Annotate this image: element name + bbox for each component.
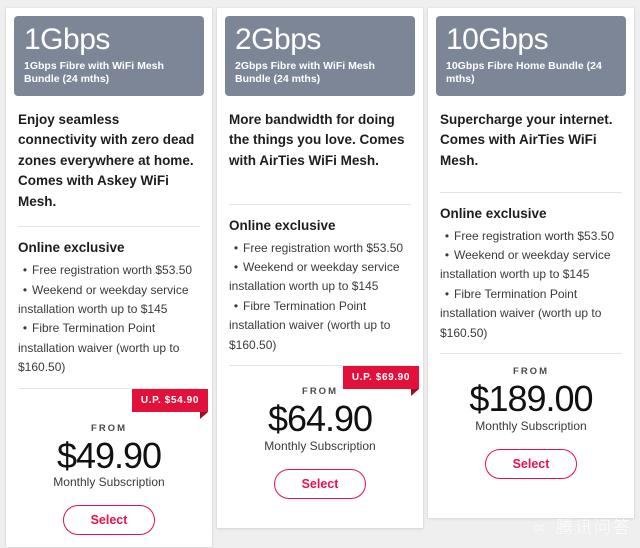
plan-speed-title: 2Gbps: [235, 23, 321, 56]
card-body: More bandwidth for doing the things you …: [225, 96, 420, 499]
price-section: U.P. $69.90 FROM $64.90 Monthly Subscrip…: [229, 366, 420, 453]
list-item: • Fibre Termination Point installation wa…: [440, 285, 622, 343]
pricing-card[interactable]: 10Gbps 10Gbps Fibre Home Bundle (24 mths…: [428, 8, 634, 518]
promo-item-text: Free registration worth $53.50: [243, 240, 404, 255]
card-header: 2Gbps 2Gbps Fibre with WiFi Mesh Bundle …: [225, 16, 415, 96]
pricing-card[interactable]: 1Gbps 1Gbps Fibre with WiFi Mesh Bundle …: [6, 8, 212, 548]
price-note: Monthly Subscription: [264, 438, 376, 453]
select-button[interactable]: Select: [273, 468, 367, 499]
list-item: • Weekend or weekday service installation…: [229, 258, 411, 297]
bullet-icon: •: [22, 321, 28, 336]
pricing-plans-container: 1Gbps 1Gbps Fibre with WiFi Mesh Bundle …: [0, 0, 640, 548]
promo-item-text: Weekend or weekday service installation …: [18, 282, 189, 317]
price-section: FROM $189.00 Monthly Subscription: [440, 354, 622, 432]
promo-item-text: Free registration worth $53.50: [32, 263, 193, 278]
bullet-icon: •: [22, 263, 28, 278]
bullet-icon: •: [233, 298, 239, 313]
select-button[interactable]: Select: [484, 448, 578, 479]
list-item: • Weekend or weekday service installation…: [440, 246, 622, 285]
card-header: 10Gbps 10Gbps Fibre Home Bundle (24 mths…: [436, 16, 626, 96]
list-item: • Fibre Termination Point installation wa…: [229, 297, 411, 355]
promo-item-text: Free registration worth $53.50: [454, 228, 615, 243]
list-item: • Free registration worth $53.50: [440, 227, 622, 246]
promo-list: • Free registration worth $53.50 • Weekend…: [440, 227, 622, 344]
plan-tagline: More bandwidth for doing the things you …: [229, 111, 405, 168]
price-section: U.P. $54.90 FROM $49.90 Monthly Subscrip…: [18, 388, 209, 490]
card-body: Enjoy seamless connectivity with zero de…: [14, 96, 209, 536]
plan-header-subtitle: 10Gbps Fibre Home Bundle (24 mths): [446, 59, 602, 86]
plan-header-subtitle: 1Gbps Fibre with WiFi Mesh Bundle (24 mt…: [24, 59, 164, 86]
promo-item-text: Fibre Termination Point installation wai…: [18, 321, 180, 375]
promo-item-text: Fibre Termination Point installation wai…: [440, 286, 602, 340]
list-item: • Free registration worth $53.50: [229, 239, 411, 258]
promo-section: Online exclusive • Free registration wort…: [229, 205, 411, 366]
plan-price: $64.90: [267, 398, 373, 440]
price-note: Monthly Subscription: [53, 475, 165, 490]
plan-price: $189.00: [469, 378, 593, 420]
pricing-card[interactable]: 2Gbps 2Gbps Fibre with WiFi Mesh Bundle …: [217, 8, 423, 528]
plan-speed-title: 10Gbps: [446, 23, 549, 56]
from-label: FROM: [91, 422, 127, 434]
plan-speed-title: 1Gbps: [24, 23, 110, 56]
from-label: FROM: [513, 366, 549, 378]
usual-price-badge: U.P. $54.90: [131, 388, 209, 419]
card-header: 1Gbps 1Gbps Fibre with WiFi Mesh Bundle …: [14, 16, 204, 96]
bullet-icon: •: [233, 240, 239, 255]
list-item: • Weekend or weekday service installation…: [18, 281, 200, 320]
promo-title: Online exclusive: [229, 217, 336, 233]
promo-title: Online exclusive: [440, 205, 547, 221]
promo-section: Online exclusive • Free registration wort…: [18, 227, 200, 388]
bullet-icon: •: [444, 228, 450, 243]
promo-section: Online exclusive • Free registration wort…: [440, 193, 622, 354]
promo-list: • Free registration worth $53.50 • Weekend…: [18, 261, 200, 378]
bullet-icon: •: [233, 260, 239, 274]
plan-header-subtitle: 2Gbps Fibre with WiFi Mesh Bundle (24 mt…: [235, 59, 375, 86]
select-button[interactable]: Select: [62, 505, 156, 536]
select-button-wrap: Select: [18, 489, 200, 536]
plan-tagline: Enjoy seamless connectivity with zero de…: [18, 111, 195, 209]
card-body: Supercharge your internet. Comes with Ai…: [436, 96, 626, 479]
price-note: Monthly Subscription: [475, 418, 587, 433]
select-button-wrap: Select: [440, 433, 622, 479]
usual-price-badge: U.P. $69.90: [342, 366, 420, 397]
bullet-icon: •: [444, 286, 450, 301]
select-button-wrap: Select: [229, 453, 411, 499]
plan-tagline: Supercharge your internet. Comes with Ai…: [440, 111, 613, 168]
bullet-icon: •: [22, 282, 28, 297]
promo-item-text: Fibre Termination Point installation wai…: [229, 298, 391, 352]
list-item: • Free registration worth $53.50: [18, 261, 200, 280]
promo-item-text: Weekend or weekday service installation …: [440, 248, 611, 282]
plan-price: $49.90: [56, 434, 162, 476]
promo-title: Online exclusive: [18, 240, 125, 256]
list-item: • Fibre Termination Point installation wa…: [18, 319, 200, 377]
bullet-icon: •: [444, 248, 450, 262]
promo-list: • Free registration worth $53.50 • Weekend…: [229, 239, 411, 356]
promo-item-text: Weekend or weekday service installation …: [229, 260, 400, 294]
